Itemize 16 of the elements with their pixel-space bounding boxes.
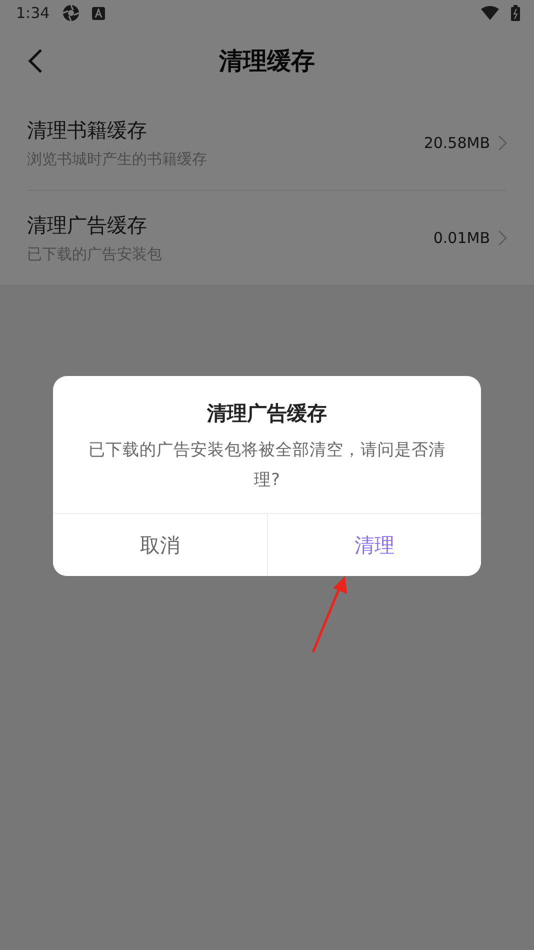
dialog-message: 已下载的广告安装包将被全部清空，请问是否清理? [88,439,446,491]
item-title: 清理书籍缓存 [27,117,148,144]
item-title: 清理广告缓存 [27,212,148,239]
status-time: 1:34 [16,4,50,22]
cache-size: 20.58MB [424,134,490,152]
confirm-button[interactable]: 清理 [266,514,481,576]
aperture-icon [62,4,80,22]
chevron-right-icon[interactable] [498,230,507,246]
dialog-title: 清理广告缓存 [206,400,328,427]
page-title: 清理缓存 [219,46,315,77]
wifi-icon [481,6,499,20]
cache-size: 0.01MB [433,229,490,247]
keyboard-icon [92,6,105,20]
back-icon[interactable] [26,48,44,74]
battery-icon [511,5,520,21]
chevron-right-icon[interactable] [498,135,507,151]
